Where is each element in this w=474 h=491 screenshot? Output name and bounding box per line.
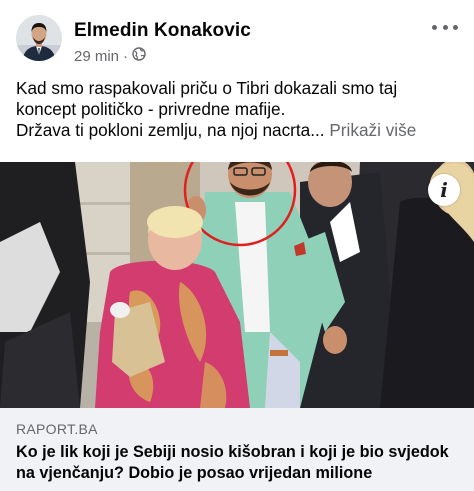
post-text-line: Kad smo raspakovali priču o Tibri dokaza…: [16, 78, 398, 98]
avatar-image: [16, 15, 62, 61]
post-text-line: Država ti pokloni zemlju, na njoj nacrta…: [16, 120, 466, 141]
globe-icon: [132, 47, 146, 65]
link-preview-box[interactable]: RAPORT.BA Ko je lik koji je Sebiji nosio…: [0, 408, 474, 491]
post-time[interactable]: 29 min: [74, 48, 119, 65]
link-domain: RAPORT.BA: [16, 421, 98, 437]
post-meta: 29 min ·: [74, 47, 146, 65]
author-name[interactable]: Elmedin Konakovic: [74, 20, 251, 42]
info-button[interactable]: i: [428, 174, 460, 206]
link-title-line: Ko je lik koji je Sebiji nosio kišobran …: [16, 443, 449, 461]
more-dot: [442, 24, 448, 30]
more-options-button[interactable]: [432, 17, 458, 37]
more-dot: [453, 24, 458, 30]
more-dot: [432, 24, 437, 30]
post-header: Elmedin Konakovic 29 min ·: [0, 0, 474, 66]
avatar[interactable]: [16, 15, 62, 61]
see-more-link[interactable]: Prikaži više: [329, 120, 416, 140]
post-text-line: koncept političko - privredne mafije.: [16, 99, 286, 119]
link-preview-image[interactable]: i: [0, 162, 474, 408]
meta-separator: ·: [123, 47, 129, 65]
post-text-line-3: Država ti pokloni zemlju, na njoj nacrta…: [16, 120, 325, 140]
link-title[interactable]: Ko je lik koji je Sebiji nosio kišobran …: [16, 442, 462, 484]
link-title-line: na vjenčanju? Dobio je posao vrijedan mi…: [16, 464, 373, 482]
post-text: Kad smo raspakovali priču o Tibri dokaza…: [16, 78, 466, 141]
wedding-photo: [0, 162, 474, 408]
